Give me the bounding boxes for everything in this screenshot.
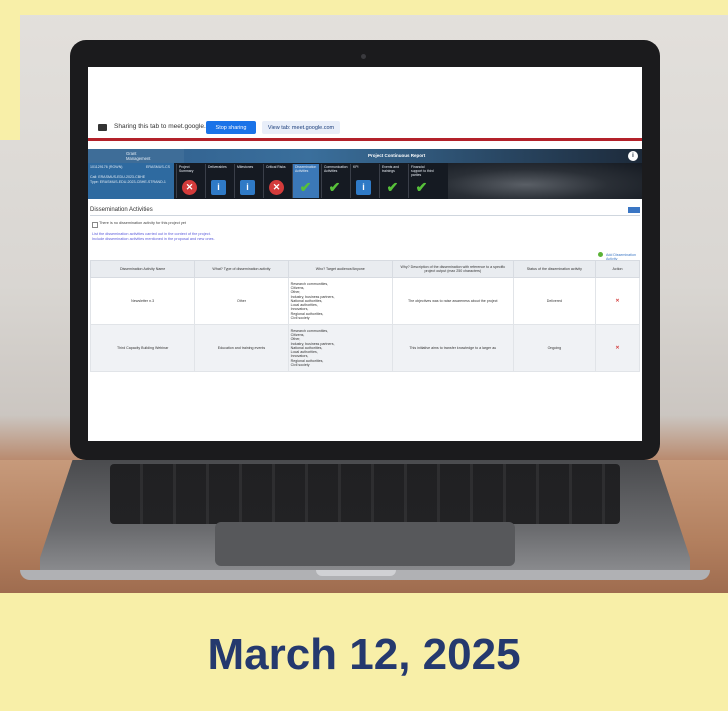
section-toggle-button[interactable] [628, 207, 640, 213]
table-row: Third Capacity Building Webinar Education… [89, 324, 640, 372]
column-header: What? Type of dissemination activity [194, 260, 289, 278]
stop-sharing-button[interactable]: Stop sharing [206, 121, 256, 134]
table-row: Newsletter n.3 Other Research communities,… [89, 277, 640, 325]
no-activity-checkbox[interactable] [92, 222, 98, 228]
step-tab-7[interactable]: Events and trainings ✔ [379, 164, 406, 198]
step-label: Milestones [237, 165, 254, 169]
step-label: Dissemination Activities [295, 165, 317, 173]
laptop-photo: Sharing this tab to meet.google.com Stop… [0, 0, 728, 593]
dissemination-table: Dissemination Activity Name What? Type of… [89, 260, 640, 372]
instructions-line-2: Include dissemination activities mention… [92, 237, 215, 241]
project-call: Call: ERASMUS-EDU-2023-CBHE [90, 175, 146, 179]
check-icon: ✔ [415, 179, 428, 195]
column-header: Dissemination Activity Name [89, 260, 196, 278]
trackpad [215, 522, 515, 566]
step-label: Deliverables [208, 165, 227, 169]
section-title: Dissemination Activities [90, 207, 153, 213]
step-label: Financial support to third parties [411, 165, 434, 177]
step-label: Events and trainings [382, 165, 399, 173]
section-divider [90, 215, 640, 216]
status-cell: Delivered [512, 277, 597, 325]
keyboard [110, 464, 620, 524]
report-title: Project Continuous Report [368, 153, 426, 158]
laptop-base [40, 460, 690, 575]
camera-icon [361, 54, 366, 59]
activity-name-cell: Third Capacity Building Webinar [89, 324, 196, 372]
laptop-notch [316, 570, 396, 576]
column-header: Action [595, 260, 640, 278]
view-tab-button[interactable]: View tab: meet.google.com [262, 121, 340, 134]
step-tab-6[interactable]: KPI i [350, 164, 377, 198]
nav-background-photo [448, 163, 642, 199]
share-text: Sharing this tab to meet.google.com [114, 123, 219, 130]
info-icon: i [356, 180, 371, 195]
caption-date: March 12, 2025 [207, 630, 521, 679]
yellow-border-top [0, 0, 728, 15]
logo-line-2: Management [126, 156, 151, 161]
check-icon: ✔ [299, 179, 312, 195]
column-header: Who? Target audience/Anyone [287, 260, 393, 278]
step-label: Project Summary [179, 165, 194, 173]
step-tab-1[interactable]: Deliverables i [205, 164, 232, 198]
column-header: Why? Description of the dissemination wi… [391, 260, 514, 278]
laptop-lid: Sharing this tab to meet.google.com Stop… [70, 40, 660, 460]
step-tab-8[interactable]: Financial support to third parties ✔ [408, 164, 435, 198]
info-icon: i [211, 180, 226, 195]
action-cell: ✕ [595, 324, 640, 372]
status-cell: Ongoing [512, 324, 597, 372]
audience-cell: Research communities, Citizens, Other, Indu… [287, 277, 393, 325]
step-label: Communication Activities [324, 165, 348, 173]
description-cell: This initiative aims to transfer knowled… [391, 324, 514, 372]
activity-name-cell: Newsletter n.3 [89, 277, 196, 325]
help-icon[interactable]: i [628, 151, 638, 161]
column-header: Status of the dissemination activity [512, 260, 597, 278]
logo-text: Grant Management [126, 151, 150, 161]
step-tab-3[interactable]: Critical Risks ✕ [263, 164, 290, 198]
audience-item: Civil society [290, 363, 310, 368]
step-tab-0[interactable]: Project Summary ✕ [176, 164, 203, 198]
step-tab-2[interactable]: Milestones i [234, 164, 261, 198]
add-icon[interactable] [598, 252, 603, 257]
check-icon: ✔ [386, 179, 399, 195]
delete-icon[interactable]: ✕ [615, 345, 619, 351]
app-topbar [88, 141, 642, 149]
instructions-line-1: List the dissemination activities carrie… [92, 232, 211, 236]
error-icon: ✕ [269, 180, 284, 195]
audience-item: Civil society [290, 316, 310, 321]
description-cell: The objectives was to raise awareness ab… [391, 277, 514, 325]
project-type: Type: ERASMUS-EDU-2023-CBHE-STRAND-1 [90, 180, 166, 184]
project-programme: ERASMUS-CS [146, 165, 170, 169]
yellow-border-left [0, 0, 20, 140]
laptop-screen: Sharing this tab to meet.google.com Stop… [88, 67, 642, 441]
step-label: KPI [353, 165, 359, 169]
step-label: Critical Risks [266, 165, 286, 169]
screen-share-icon [98, 124, 107, 131]
error-icon: ✕ [182, 180, 197, 195]
step-tab-5[interactable]: Communication Activities ✔ [321, 164, 348, 198]
check-icon: ✔ [328, 179, 341, 195]
delete-icon[interactable]: ✕ [615, 298, 619, 304]
no-activity-label: There is no dissemination activity for t… [99, 221, 186, 225]
activity-type-cell: Other [194, 277, 289, 325]
project-id: 101129176 (ROWN) [90, 165, 123, 169]
audience-cell: Research communities, Citizens, Other, Indu… [287, 324, 393, 372]
action-cell: ✕ [595, 277, 640, 325]
info-icon: i [240, 180, 255, 195]
activity-type-cell: Education and training events [194, 324, 289, 372]
step-tab-4[interactable]: Dissemination Activities ✔ [292, 164, 319, 198]
